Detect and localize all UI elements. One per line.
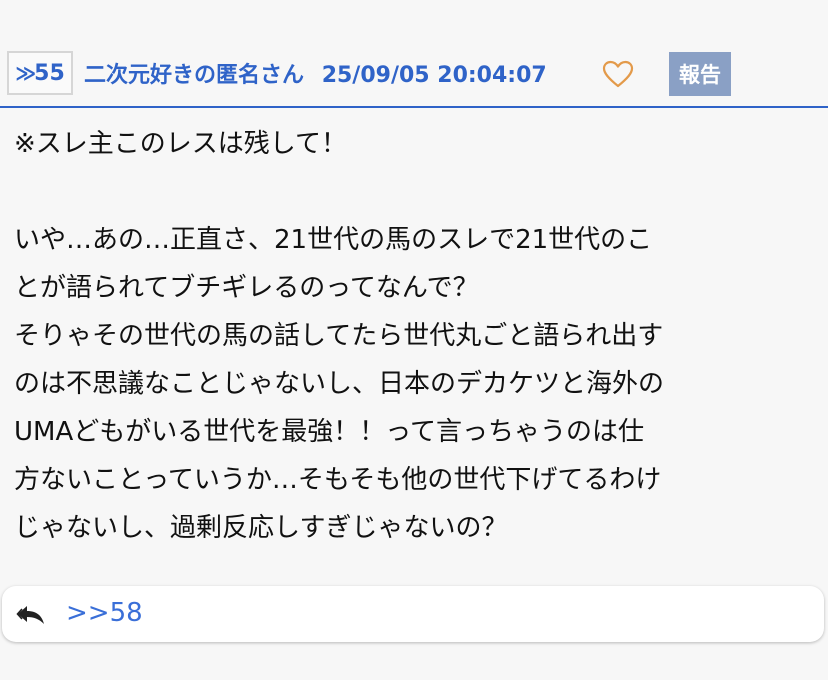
res-number-button[interactable]: ≫ 55: [7, 51, 73, 95]
body-line: 方ないことっていうか…そもそも他の世代下げてるわけ: [14, 465, 662, 495]
body-line: [14, 168, 820, 216]
post-timestamp: 25/09/05 20:04:07: [321, 63, 547, 88]
reply-bar: >>58: [2, 586, 824, 642]
heart-icon[interactable]: [602, 60, 634, 88]
report-button[interactable]: 報告: [669, 52, 731, 96]
body-line: UMAどもがいる世代を最強！！って言っちゃうのは仕: [14, 417, 644, 447]
author-line: 二次元好きの匿名さん 25/09/05 20:04:07: [84, 57, 547, 89]
body-line: のは不思議なことじゃないし、日本のデカケツと海外の: [14, 369, 665, 399]
post-body: ※スレ主このレスは残して！ いや…あの…正直さ、21世代の馬のスレで21世代のこ…: [14, 120, 820, 552]
reply-anchor-link[interactable]: >>58: [66, 598, 143, 628]
body-line: とが語られてブチギレるのってなんで？: [14, 273, 479, 303]
res-number-value: 55: [34, 60, 65, 86]
body-line: そりゃその世代の馬の話してたら世代丸ごと語られ出す: [14, 321, 664, 351]
author-name: 二次元好きの匿名さん: [84, 63, 305, 88]
post-container: ≫ 55 二次元好きの匿名さん 25/09/05 20:04:07 報告 ※スレ…: [0, 0, 828, 680]
post-header: ≫ 55 二次元好きの匿名さん 25/09/05 20:04:07 報告: [0, 40, 828, 108]
body-line: ※スレ主このレスは残して！: [14, 129, 348, 159]
reply-arrow-icon[interactable]: [16, 602, 46, 626]
body-line: いや…あの…正直さ、21世代の馬のスレで21世代のこ: [14, 225, 653, 255]
res-number-prefix: ≫: [15, 61, 36, 85]
body-line: じゃないし、過剰反応しすぎじゃないの？: [14, 513, 508, 543]
